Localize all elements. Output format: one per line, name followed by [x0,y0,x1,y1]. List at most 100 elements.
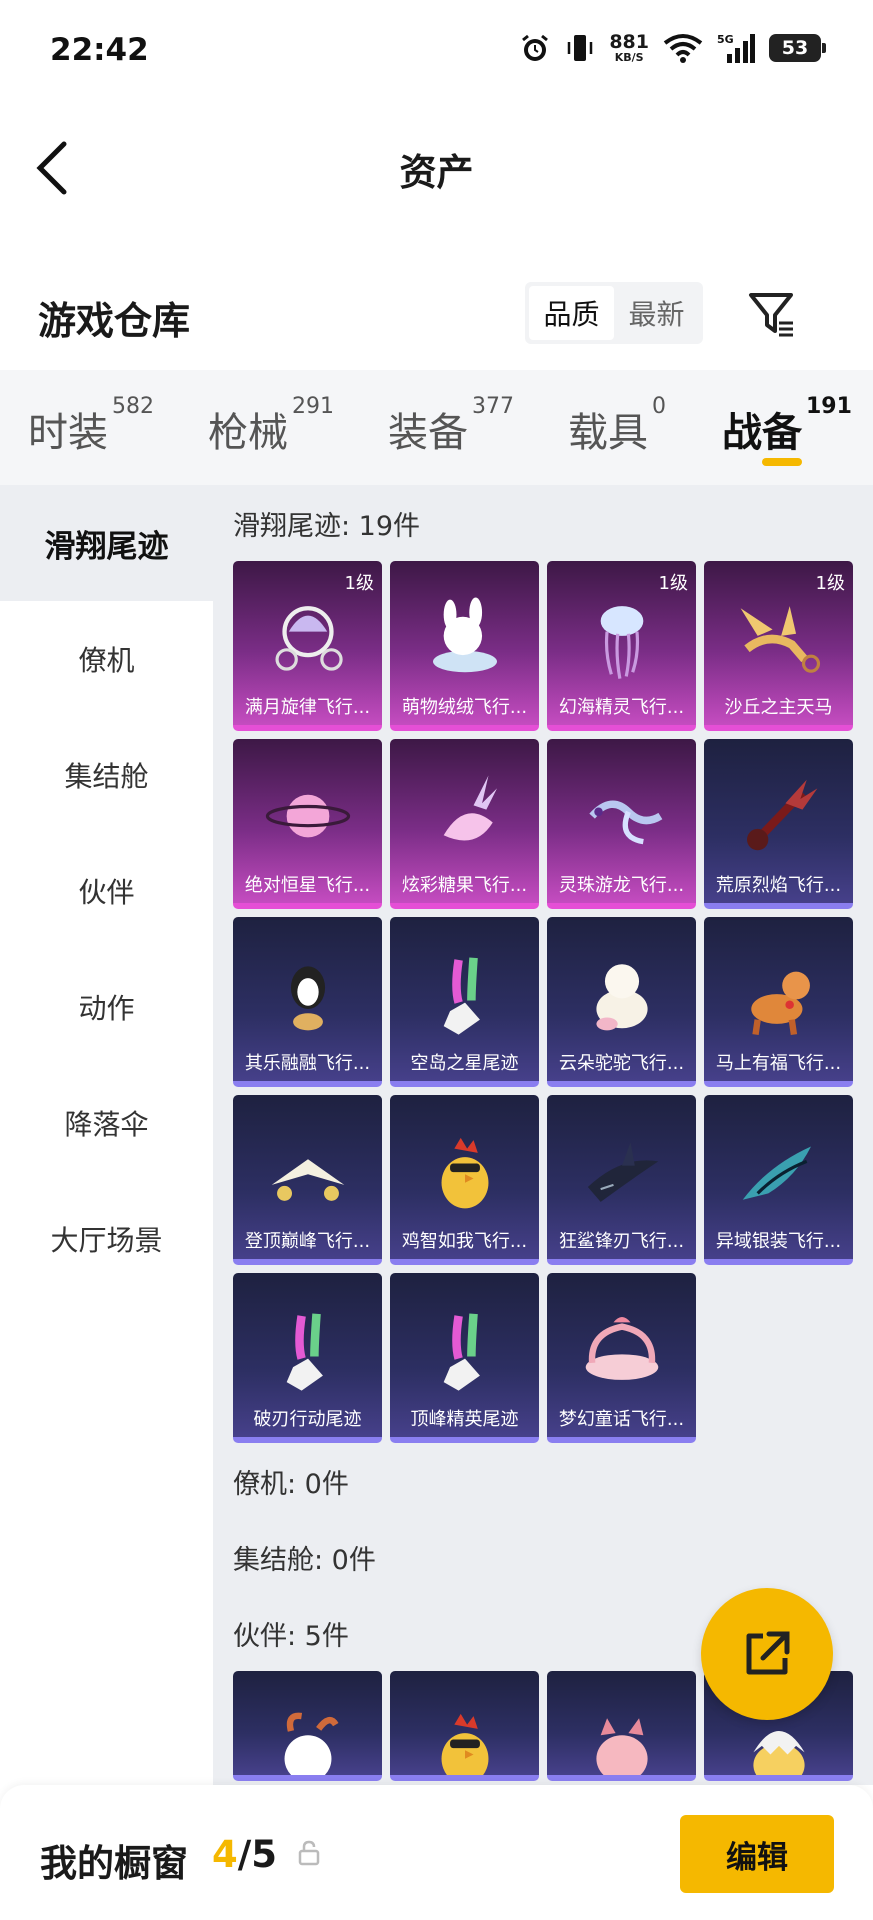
rainbow-trail-icon [390,937,539,1049]
sidebar: 滑翔尾迹 僚机 集结舱 伙伴 动作 降落伞 大厅场景 [0,485,213,1785]
glide-grid: 1级 满月旋律飞行... 萌物绒绒飞行... 1级 幻海精灵飞行... 1级 沙丘之主天马绝… [213,561,873,1443]
net-speed-unit: KB/S [614,51,644,64]
sidebar-item-emote[interactable]: 动作 [0,949,213,1065]
planet-icon [233,759,382,871]
item-card[interactable]: 登顶巅峰飞行... [233,1095,382,1265]
category-tabs: 时装582 枪械291 装备377 载具0 战备191 [0,370,873,485]
item-card[interactable] [547,1671,696,1781]
sidebar-item-glide-trail[interactable]: 滑翔尾迹 [0,485,213,601]
chicken-icon [390,1115,539,1227]
status-bar: 22:42 881 KB/S 5G 53 [0,0,873,100]
item-card[interactable]: 灵珠游龙飞行... [547,739,696,909]
item-card[interactable]: 顶峰精英尾迹 [390,1273,539,1443]
item-name: 满月旋律飞行... [244,697,371,718]
item-card[interactable]: 1级 满月旋律飞行... [233,561,382,731]
warehouse-title: 游戏仓库 [38,299,191,343]
warehouse-bar: 游戏仓库 品质 最新 [0,270,873,370]
item-name: 其乐融融飞行... [244,1053,371,1074]
item-name: 异域银装飞行... [715,1231,842,1252]
status-time: 22:42 [50,32,149,68]
shark-icon [547,1115,696,1227]
tab-count: 377 [472,394,514,419]
item-card[interactable]: 狂鲨锋刃飞行... [547,1095,696,1265]
tab-label: 时装 [28,410,108,456]
wing-icon [704,1115,853,1227]
showcase-current: 4 [212,1833,238,1876]
item-card[interactable] [390,1671,539,1781]
item-card[interactable]: 1级 沙丘之主天马 [704,561,853,731]
net-speed: 881 KB/S [609,33,649,64]
tab-vehicles[interactable]: 载具0 [568,370,666,485]
sidebar-item-capsule[interactable]: 集结舱 [0,717,213,833]
item-card[interactable]: 其乐融融飞行... [233,917,382,1087]
item-name: 狂鲨锋刃飞行... [558,1231,685,1252]
item-name: 沙丘之主天马 [724,697,833,718]
item-name: 破刃行动尾迹 [253,1409,362,1430]
filter-icon [749,293,793,337]
item-card[interactable]: 马上有福飞行... [704,917,853,1087]
item-name: 炫彩糖果飞行... [401,875,528,896]
tab-tactical[interactable]: 战备191 [722,370,852,485]
tab-fashion[interactable]: 时装582 [28,370,154,485]
tab-label: 装备 [388,410,468,456]
sort-newest-button[interactable]: 最新 [614,286,699,340]
item-card[interactable]: 萌物绒绒飞行... [390,561,539,731]
pink-creature-icon [547,1691,696,1775]
showcase-total: /5 [237,1833,278,1876]
lock-icon [298,1840,320,1870]
wifi-icon [663,33,703,63]
item-name: 绝对恒星飞行... [244,875,371,896]
tab-label: 战备 [722,410,802,456]
sidebar-item-parachute[interactable]: 降落伞 [0,1065,213,1181]
tab-label: 载具 [568,410,648,456]
sort-quality-button[interactable]: 品质 [529,286,614,340]
item-card[interactable]: 绝对恒星飞行... [233,739,382,909]
sort-toggle: 品质 最新 [525,282,703,344]
item-card[interactable]: 炫彩糖果飞行... [390,739,539,909]
item-card[interactable]: 异域银装飞行... [704,1095,853,1265]
tab-count: 191 [806,394,852,419]
active-tab-indicator [762,458,802,466]
item-card[interactable]: 荒原烈焰飞行... [704,739,853,909]
sidebar-item-wingman[interactable]: 僚机 [0,601,213,717]
penguin-icon [233,937,382,1049]
jet-icon [233,1115,382,1227]
rainbow-trail-icon [233,1293,382,1405]
filter-button[interactable] [744,286,800,342]
item-card[interactable]: 空岛之星尾迹 [390,917,539,1087]
battery-indicator: 53 [769,34,826,62]
alarm-icon [519,32,551,64]
item-card[interactable] [233,1671,382,1781]
item-name: 云朵驼驼飞行... [558,1053,685,1074]
dragon-icon [547,759,696,871]
tab-count: 291 [292,394,334,419]
candy-icon [390,759,539,871]
item-name: 灵珠游龙飞行... [558,875,685,896]
item-card[interactable]: 1级 幻海精灵飞行... [547,561,696,731]
item-card[interactable]: 破刃行动尾迹 [233,1273,382,1443]
chicken-icon [390,1691,539,1775]
item-name: 登顶巅峰飞行... [244,1231,371,1252]
sidebar-item-lobby-scene[interactable]: 大厅场景 [0,1181,213,1297]
item-card[interactable]: 云朵驼驼飞行... [547,917,696,1087]
sidebar-item-partner[interactable]: 伙伴 [0,833,213,949]
item-card[interactable]: 梦幻童话飞行... [547,1273,696,1443]
tab-label: 枪械 [208,410,288,456]
item-name: 顶峰精英尾迹 [410,1409,519,1430]
share-button[interactable] [701,1588,833,1720]
carriage-icon [233,581,382,693]
edit-button[interactable]: 编辑 [680,1815,834,1893]
bunny-icon [390,581,539,693]
item-name: 马上有福飞行... [715,1053,842,1074]
item-card[interactable]: 鸡智如我飞行... [390,1095,539,1265]
share-icon [746,1631,790,1675]
signal-icon: 5G [717,32,755,64]
tab-equipment[interactable]: 装备377 [388,370,514,485]
showcase-title: 我的橱窗 [40,1842,188,1885]
tab-guns[interactable]: 枪械291 [208,370,334,485]
goat-icon [233,1691,382,1775]
section-title-glide: 滑翔尾迹: 19件 [233,510,421,542]
item-name: 空岛之星尾迹 [410,1053,519,1074]
status-icons: 881 KB/S 5G 53 [519,32,826,64]
section-title-capsule: 集结舱: 0件 [233,1544,376,1576]
